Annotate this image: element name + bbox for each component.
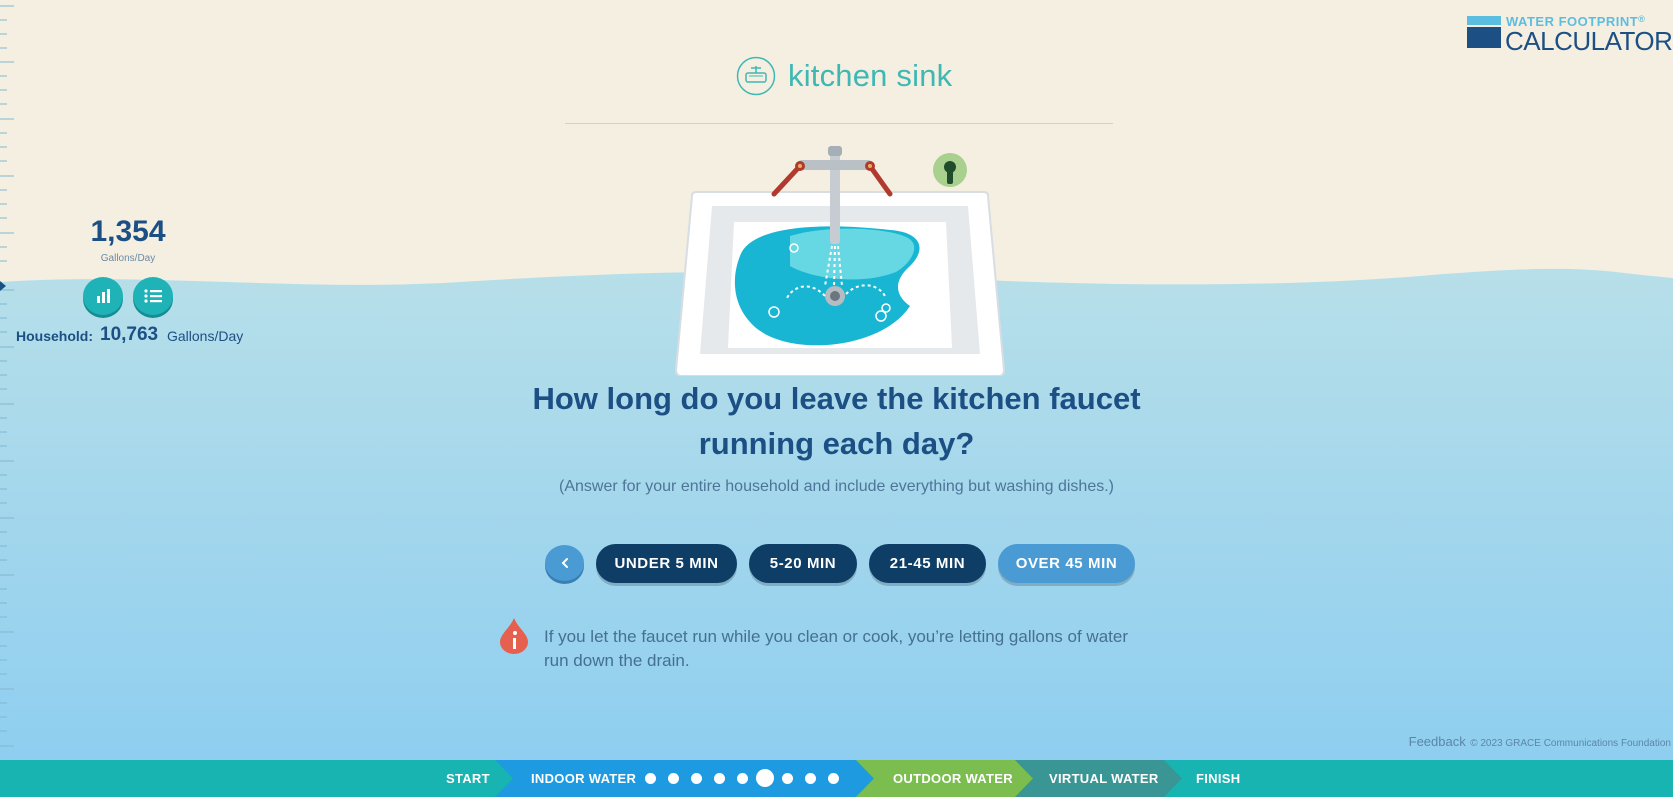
household-gallons-unit: Gallons/Day	[167, 328, 244, 344]
household-label: Household:	[16, 328, 93, 344]
household-gallons-value: 10,763	[100, 324, 159, 345]
info-tip: If you let the faucet run while you clea…	[500, 618, 1150, 678]
progress-step-virtual-water[interactable]: VIRTUAL WATER	[1049, 760, 1159, 797]
question-hint: (Answer for your entire household and in…	[559, 478, 1114, 495]
chart-button[interactable]	[83, 277, 123, 315]
progress-substep-dot[interactable]	[737, 773, 748, 784]
question-line-1: How long do you leave the kitchen faucet	[532, 381, 1141, 416]
chevron-left-icon	[561, 558, 568, 568]
list-icon	[144, 289, 162, 303]
feedback-link[interactable]: Feedback	[1409, 734, 1466, 749]
chart-icon	[97, 289, 110, 303]
tip-text: If you let the faucet run while you clea…	[544, 627, 1128, 670]
logo-line-2: CALCULATOR	[1505, 26, 1673, 56]
progress-step-finish[interactable]: FINISH	[1196, 760, 1240, 797]
progress-substep-dot[interactable]	[691, 773, 702, 784]
progress-substep-dot[interactable]	[668, 773, 679, 784]
progress-step-start[interactable]: START	[446, 760, 490, 797]
progress-bar: START INDOOR WATER OUTDOOR WATER VIRTUAL…	[0, 760, 1673, 797]
footer-note: Feedback © 2023 GRACE Communications Fou…	[1409, 733, 1671, 751]
kitchen-sink-icon	[736, 56, 776, 96]
site-logo[interactable]: WATER FOOTPRINT® CALCULATOR	[1467, 14, 1673, 56]
progress-step-indoor-water[interactable]: INDOOR WATER	[531, 760, 636, 797]
answer-options: UNDER 5 MIN 5-20 MIN 21-45 MIN OVER 45 M…	[545, 543, 1147, 583]
back-button[interactable]	[545, 545, 584, 581]
progress-substep-dot[interactable]	[805, 773, 816, 784]
progress-step-outdoor-water[interactable]: OUTDOOR WATER	[893, 760, 1013, 797]
progress-substep-dot[interactable]	[828, 773, 839, 784]
list-button[interactable]	[133, 277, 173, 315]
water-footprint-logo-icon	[1467, 16, 1501, 48]
page-title: kitchen sink	[788, 58, 953, 93]
personal-gallons-value: 1,354	[90, 215, 166, 248]
progress-substep-dot[interactable]	[782, 773, 793, 784]
progress-substep-dot-current[interactable]	[756, 769, 774, 787]
copyright-text: © 2023 GRACE Communications Foundation	[1470, 738, 1671, 749]
answer-under-5-min[interactable]: UNDER 5 MIN	[596, 543, 737, 583]
question-line-2: running each day?	[698, 426, 975, 461]
question-heading: How long do you leave the kitchen faucet…	[500, 376, 1173, 466]
info-drop-icon	[500, 618, 528, 654]
kitchen-sink-illustration	[674, 146, 1006, 376]
answer-over-45-min[interactable]: OVER 45 MIN	[998, 543, 1135, 583]
water-level-ruler	[0, 5, 14, 747]
title-divider	[565, 123, 1113, 124]
section-header: kitchen sink	[736, 54, 952, 98]
answer-21-45-min[interactable]: 21-45 MIN	[869, 543, 986, 583]
footprint-stats: 1,354 Gallons/Day Household: 10,763 Gall…	[0, 210, 260, 350]
progress-substep-dot[interactable]	[714, 773, 725, 784]
answer-5-20-min[interactable]: 5-20 MIN	[749, 543, 857, 583]
personal-gallons-unit: Gallons/Day	[100, 253, 156, 264]
progress-substep-dot[interactable]	[645, 773, 656, 784]
